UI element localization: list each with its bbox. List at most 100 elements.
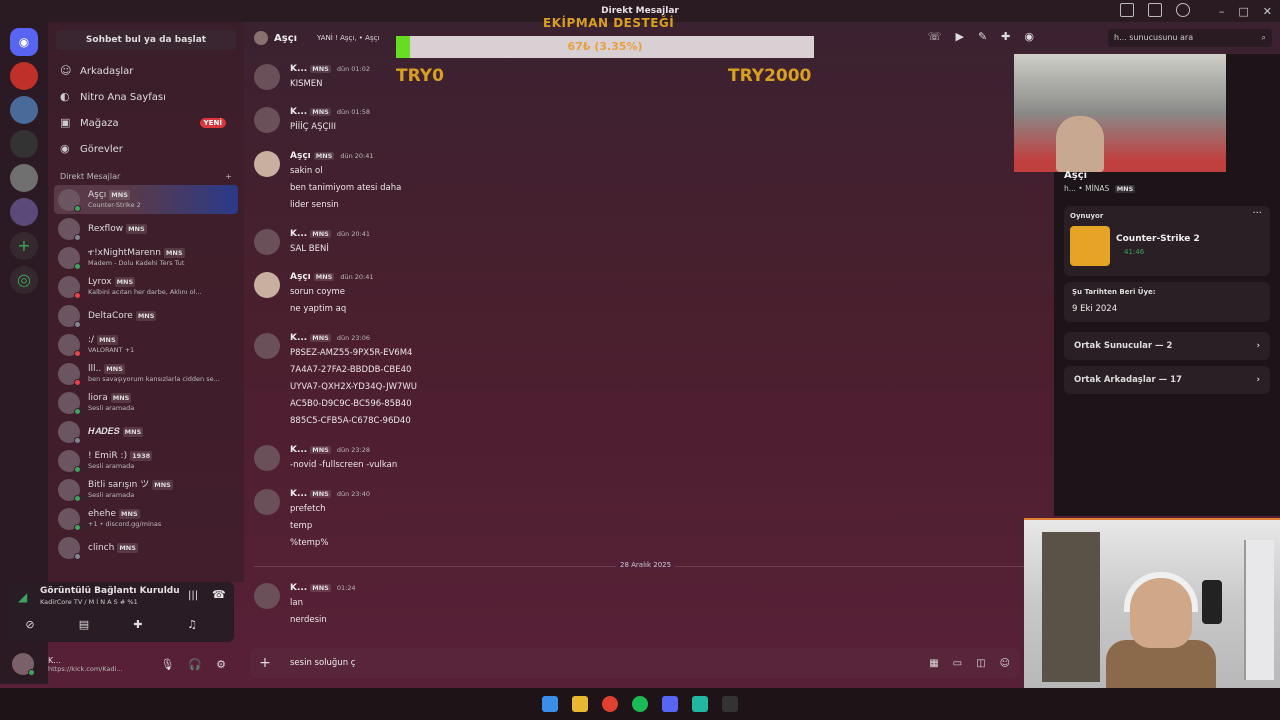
terminal-icon[interactable] xyxy=(722,696,738,712)
message[interactable]: K... MNS 01:24 lan nerdesin xyxy=(254,581,356,629)
inbox-icon[interactable] xyxy=(1148,3,1162,17)
close-icon[interactable]: ✕ xyxy=(1263,5,1272,18)
gif-icon[interactable]: ▭ xyxy=(953,658,962,669)
add-friend-icon[interactable]: ✚ xyxy=(1001,30,1010,43)
discord-icon[interactable] xyxy=(662,696,678,712)
avatar[interactable] xyxy=(254,445,280,471)
dm-item[interactable]: DeltaCore MNS xyxy=(48,301,244,330)
windows-start-icon[interactable] xyxy=(542,696,558,712)
flag-icon[interactable] xyxy=(1120,3,1134,17)
server-icon[interactable] xyxy=(10,62,38,90)
message[interactable]: K... MNS dün 23:06 P8SEZ-AMZ55-9PX5R-EV6M4 7… xyxy=(254,331,417,430)
explore-icon[interactable]: ◎ xyxy=(10,266,38,294)
message-author[interactable]: K... xyxy=(290,333,307,343)
dm-item[interactable]: Lyrox MNS Kalbini acıtan her darbe, Aklını… xyxy=(48,272,244,301)
discord-home-icon[interactable]: ◉ xyxy=(10,28,38,56)
avatar[interactable] xyxy=(254,64,280,90)
nav-nitro[interactable]: ◐ Nitro Ana Sayfası xyxy=(48,84,244,110)
playing-label: Oynuyor xyxy=(1070,212,1104,220)
avatar[interactable] xyxy=(254,272,280,298)
nav-store[interactable]: ▣ Mağaza YENİ xyxy=(48,110,244,136)
dm-item[interactable]: liora MNS Sesli aramada xyxy=(48,388,244,417)
chrome-icon[interactable] xyxy=(602,696,618,712)
message-author[interactable]: K... xyxy=(290,229,307,239)
noise-icon[interactable]: ||| xyxy=(188,590,198,601)
message-input[interactable]: sesin soluğun ç xyxy=(290,658,929,668)
nav-quests[interactable]: ◉ Görevler xyxy=(48,136,244,162)
avatar[interactable] xyxy=(254,583,280,609)
server-icon[interactable] xyxy=(10,130,38,158)
search-input[interactable]: h... sunucusunu ara ⌕ xyxy=(1108,29,1272,47)
server-icon[interactable] xyxy=(10,164,38,192)
add-server-icon[interactable]: + xyxy=(10,232,38,260)
disconnect-icon[interactable]: ☎ xyxy=(212,588,226,601)
emoji-icon[interactable]: ☺ xyxy=(1000,658,1010,669)
avatar[interactable] xyxy=(254,107,280,133)
avatar[interactable] xyxy=(254,489,280,515)
server-icon[interactable] xyxy=(10,96,38,124)
mutual-servers-link[interactable]: Ortak Sunucular — 2 › xyxy=(1064,332,1270,360)
voice-call-icon[interactable]: ☏ xyxy=(928,30,942,43)
message-author[interactable]: Aşçı xyxy=(290,272,311,282)
headphones-icon[interactable]: 🎧 xyxy=(188,658,202,671)
video-call-icon[interactable]: ▶ xyxy=(955,30,963,43)
message[interactable]: K... MNS dün 20:41 SAL BENİ xyxy=(254,227,370,258)
dm-item[interactable]: ተ!xNightMarenn MNS Madem - Dolu Kadehi Ter… xyxy=(48,243,244,272)
message-line: KISMEN xyxy=(290,79,323,89)
mutual-friends-link[interactable]: Ortak Arkadaşlar — 17 › xyxy=(1064,366,1270,394)
maximize-icon[interactable]: □ xyxy=(1238,5,1248,18)
microphone-icon[interactable]: 🎙 xyxy=(160,658,174,671)
dm-item[interactable]: Rexflow MNS xyxy=(48,214,244,243)
message-line: AC5B0-D9C9C-BC596-85B40 xyxy=(290,399,412,409)
message-author[interactable]: K... xyxy=(290,583,307,593)
dm-item[interactable]: ehehe MNS +1 • discord.gg/minas xyxy=(48,504,244,533)
pin-icon[interactable]: ✎ xyxy=(978,30,987,43)
camera-off-icon[interactable]: ⊘ xyxy=(16,618,44,631)
message[interactable]: K... MNS dün 23:28 -novid -fullscreen -vulk… xyxy=(254,443,397,474)
spotify-icon[interactable] xyxy=(632,696,648,712)
minimize-icon[interactable]: – xyxy=(1219,5,1225,18)
sticker-icon[interactable]: ◫ xyxy=(976,658,985,669)
gift-icon[interactable]: ▦ xyxy=(929,658,938,669)
dm-item[interactable]: lll.. MNS ben savaşıyorum kansızlarla cidd… xyxy=(48,359,244,388)
message-author[interactable]: Aşçı xyxy=(290,151,311,161)
file-explorer-icon[interactable] xyxy=(572,696,588,712)
dm-item[interactable]: 𝑯𝑨𝑫𝑬𝑺 MNS xyxy=(48,417,244,446)
attach-icon[interactable]: + xyxy=(250,655,280,671)
message-composer[interactable]: + sesin soluğun ç ▦ ▭ ◫ ☺ xyxy=(250,648,1020,678)
avatar[interactable] xyxy=(254,333,280,359)
find-conversation-button[interactable]: Sohbet bul ya da başlat xyxy=(56,30,236,50)
message[interactable]: K... MNS dün 23:40 prefetch temp %temp% xyxy=(254,487,370,552)
dm-item[interactable]: :/MNS VALORANT +1 xyxy=(48,330,244,359)
avatar[interactable] xyxy=(254,151,280,177)
dm-item[interactable]: ! EmiR :) 1938 Sesli aramada xyxy=(48,446,244,475)
voice-channel[interactable]: KadirCore TV / M İ N A S # %1 xyxy=(40,598,138,606)
message[interactable]: K... MNS dün 01:02 KISMEN xyxy=(254,62,370,93)
gear-icon[interactable]: ⚙ xyxy=(216,658,226,671)
dm-item[interactable]: Bitli sarışın ツ MNS Sesli aramada xyxy=(48,475,244,504)
nav-friends[interactable]: ☺ Arkadaşlar xyxy=(48,58,244,84)
message[interactable]: K... MNS dün 01:58 PİİİÇ AŞÇIII xyxy=(254,105,370,136)
soundboard-icon[interactable]: ♫ xyxy=(178,618,206,631)
app-icon[interactable] xyxy=(692,696,708,712)
message[interactable]: Aşçı MNS dün 20:41 sorun coyme ne yaptim aq xyxy=(254,270,374,318)
server-icon[interactable] xyxy=(10,198,38,226)
dm-item[interactable]: Aşçı MNS Counter-Strike 2 xyxy=(54,185,238,214)
screen-share-icon[interactable]: ▤ xyxy=(70,618,98,631)
message-author[interactable]: K... xyxy=(290,445,307,455)
create-dm-icon[interactable]: + xyxy=(225,172,232,181)
avatar[interactable] xyxy=(254,229,280,255)
message[interactable]: Aşçı MNS dün 20:41 sakin ol ben tanimiyom at… xyxy=(254,149,401,214)
message-author[interactable]: K... xyxy=(290,489,307,499)
dm-name: lll.. xyxy=(88,363,102,374)
activities-icon[interactable]: ✚ xyxy=(124,618,152,631)
avatar[interactable] xyxy=(12,653,35,676)
help-icon[interactable] xyxy=(1176,3,1190,17)
profile-toggle-icon[interactable]: ◉ xyxy=(1024,30,1034,43)
message-line: temp xyxy=(290,521,313,531)
dm-item[interactable]: clinch MNS xyxy=(48,533,244,562)
more-icon[interactable]: ··· xyxy=(1252,208,1262,219)
message-author[interactable]: K... xyxy=(290,64,307,74)
dm-tag: MNS xyxy=(97,334,118,345)
message-author[interactable]: K... xyxy=(290,107,307,117)
